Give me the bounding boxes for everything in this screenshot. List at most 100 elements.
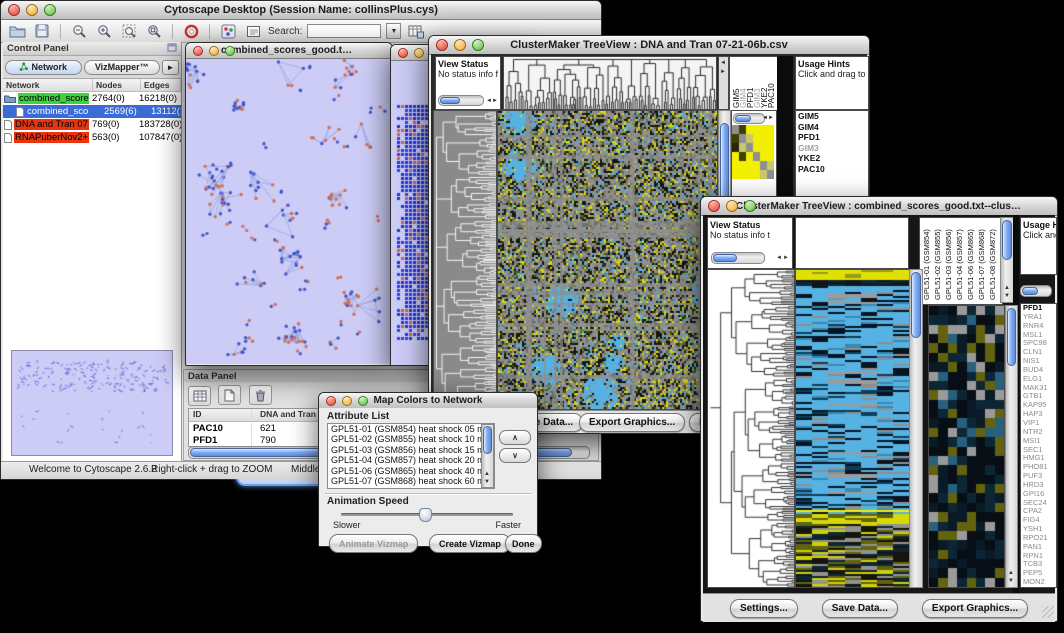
- tab-network[interactable]: Network: [5, 60, 82, 75]
- vizmapper-icon[interactable]: [218, 22, 238, 41]
- zoom-in-icon[interactable]: [94, 22, 114, 41]
- treeview-button[interactable]: Export Graphics...: [579, 413, 685, 432]
- scroll-up-arrow[interactable]: ▲: [484, 471, 490, 477]
- tab-vizmapper[interactable]: VizMapper™: [84, 60, 161, 75]
- column-label[interactable]: GIM3: [753, 58, 760, 108]
- close-button[interactable]: [708, 200, 720, 212]
- scroll-down-arrow[interactable]: ▼: [484, 479, 490, 485]
- column-label[interactable]: GPL51-06 (GSM865): [966, 220, 977, 300]
- zoom-button[interactable]: [472, 39, 484, 51]
- mini-scroll-buttons[interactable]: ◄►: [718, 56, 729, 110]
- zoom-button[interactable]: [358, 396, 368, 406]
- treeview1-titlebar[interactable]: ClusterMaker TreeView : DNA and Tran 07-…: [429, 36, 869, 55]
- zoom-button[interactable]: [744, 200, 756, 212]
- new-attribute-icon[interactable]: [218, 385, 241, 405]
- slider-thumb[interactable]: [419, 508, 432, 522]
- zoom-heatmap-canvas[interactable]: [732, 125, 774, 179]
- column-dendrogram-canvas[interactable]: [503, 56, 717, 110]
- zoom-heatmap-canvas[interactable]: [928, 305, 1005, 588]
- row-label[interactable]: GIM4: [796, 122, 868, 133]
- annotation-icon[interactable]: [243, 22, 263, 41]
- scroll-left-arrow[interactable]: ◄: [776, 255, 782, 261]
- treeview2-titlebar[interactable]: ClusterMaker TreeView : combined_scores_…: [701, 197, 1057, 216]
- scroll-up-arrow[interactable]: ▲: [1004, 285, 1010, 291]
- network-tree-row[interactable]: combined_sco2569(6)13112(15): [3, 105, 181, 118]
- gene-label[interactable]: MON2: [1021, 578, 1056, 587]
- treeview-button[interactable]: Export Graphics...: [922, 599, 1028, 618]
- float-panel-icon[interactable]: [167, 43, 177, 55]
- column-label[interactable]: GPL51-01 (GSM854): [922, 220, 933, 300]
- scroll-right-arrow[interactable]: ►: [492, 98, 498, 104]
- column-labels-scrollbar[interactable]: ▲ ▼: [1000, 217, 1014, 303]
- network-tree-row[interactable]: combined_scores2764(0)16218(0): [3, 92, 181, 105]
- attribute-list-item[interactable]: GPL51-03 (GSM856) heat shock 15 min: [328, 445, 494, 455]
- network-view-titlebar[interactable]: combined_scores_good.txt--cluste...: [186, 43, 392, 59]
- row-label[interactable]: GIM3: [796, 143, 868, 154]
- zoom-selected-icon[interactable]: [119, 22, 139, 41]
- attribute-list-item[interactable]: GPL51-02 (GSM855) heat shock 10 min: [328, 434, 494, 444]
- close-button[interactable]: [398, 48, 408, 58]
- network-overview-thumbnail[interactable]: [11, 350, 173, 456]
- zoom-button[interactable]: [44, 4, 56, 16]
- move-down-button[interactable]: ∨: [499, 448, 531, 463]
- close-button[interactable]: [326, 396, 336, 406]
- minimize-button[interactable]: [414, 48, 424, 58]
- scroll-down-arrow[interactable]: ▼: [1008, 578, 1014, 584]
- tab-overflow-arrow[interactable]: ►: [162, 60, 179, 75]
- minimize-button[interactable]: [26, 4, 38, 16]
- attribute-list-item[interactable]: GPL51-04 (GSM857) heat shock 20 min: [328, 455, 494, 465]
- zoom-fit-icon[interactable]: [144, 22, 164, 41]
- search-dropdown-arrow[interactable]: ▼: [386, 23, 401, 39]
- column-label[interactable]: GIM5: [732, 58, 739, 108]
- treeview-button[interactable]: Save Data...: [822, 599, 898, 618]
- global-heatmap-canvas[interactable]: [795, 269, 910, 588]
- main-titlebar[interactable]: Cytoscape Desktop (Session Name: collins…: [1, 1, 601, 20]
- help-lifesaver-icon[interactable]: [181, 22, 201, 41]
- zoom-panel-hscrollbar[interactable]: [733, 113, 765, 124]
- open-file-icon[interactable]: [7, 22, 27, 41]
- zoom-out-icon[interactable]: [69, 22, 89, 41]
- network-tree-row[interactable]: DNA and Tran 07769(0)183728(0): [3, 118, 181, 131]
- zoom-button[interactable]: [225, 46, 235, 56]
- create-vizmap-button[interactable]: Create Vizmap: [429, 534, 511, 553]
- row-dendrogram-canvas[interactable]: [433, 110, 497, 410]
- minimize-button[interactable]: [342, 396, 352, 406]
- attribute-grid-icon[interactable]: [188, 386, 211, 406]
- network-graph-canvas[interactable]: [186, 59, 390, 364]
- global-heatmap-canvas[interactable]: [497, 110, 718, 410]
- treeview-button[interactable]: Settings...: [730, 599, 798, 618]
- attribute-list[interactable]: ▲ ▼ GPL51-01 (GSM854) heat shock 05 minG…: [327, 423, 495, 489]
- row-label[interactable]: YKE2: [796, 153, 868, 164]
- search-input[interactable]: [307, 24, 381, 38]
- view-status-scrollbar[interactable]: [711, 252, 765, 264]
- dialog-titlebar[interactable]: Map Colors to Network: [319, 393, 537, 409]
- save-icon[interactable]: [32, 22, 52, 41]
- move-up-button[interactable]: ∧: [499, 430, 531, 445]
- column-label[interactable]: GPL51-08 (GSM872): [988, 220, 999, 300]
- attribute-table-icon[interactable]: [406, 22, 426, 41]
- column-label[interactable]: GPL51-02 (GSM855): [933, 220, 944, 300]
- row-label[interactable]: PAC10: [796, 164, 868, 175]
- column-label[interactable]: PAC10: [767, 58, 774, 108]
- column-label[interactable]: YKE2: [760, 58, 767, 108]
- attribute-list-item[interactable]: GPL51-06 (GSM865) heat shock 40 min: [328, 466, 494, 476]
- close-button[interactable]: [193, 46, 203, 56]
- attribute-list-item[interactable]: GPL51-01 (GSM854) heat shock 05 min: [328, 424, 494, 434]
- row-dendrogram-canvas[interactable]: [707, 269, 795, 588]
- scroll-up-arrow[interactable]: ▲: [1008, 570, 1014, 576]
- column-label[interactable]: GIM4: [739, 58, 746, 108]
- done-button[interactable]: Done: [505, 534, 542, 553]
- column-label[interactable]: GPL51-07 (GSM868): [977, 220, 988, 300]
- minimize-button[interactable]: [454, 39, 466, 51]
- zoom-heatmap-scrollbar[interactable]: ▲ ▼: [1005, 305, 1018, 588]
- animate-vizmap-button[interactable]: Animate Vizmap: [329, 534, 418, 553]
- column-label[interactable]: GPL51-03 (GSM856): [944, 220, 955, 300]
- scroll-down-arrow[interactable]: ▼: [1004, 293, 1010, 299]
- row-label[interactable]: PFD1: [796, 132, 868, 143]
- attribute-list-scrollbar[interactable]: ▲ ▼: [481, 424, 494, 488]
- attribute-list-item[interactable]: GPL51-07 (GSM868) heat shock 60 min: [328, 476, 494, 486]
- heatmap-vscrollbar[interactable]: [909, 269, 923, 588]
- scroll-right-arrow[interactable]: ►: [768, 115, 774, 121]
- scroll-right-arrow[interactable]: ►: [783, 255, 789, 261]
- minimize-button[interactable]: [209, 46, 219, 56]
